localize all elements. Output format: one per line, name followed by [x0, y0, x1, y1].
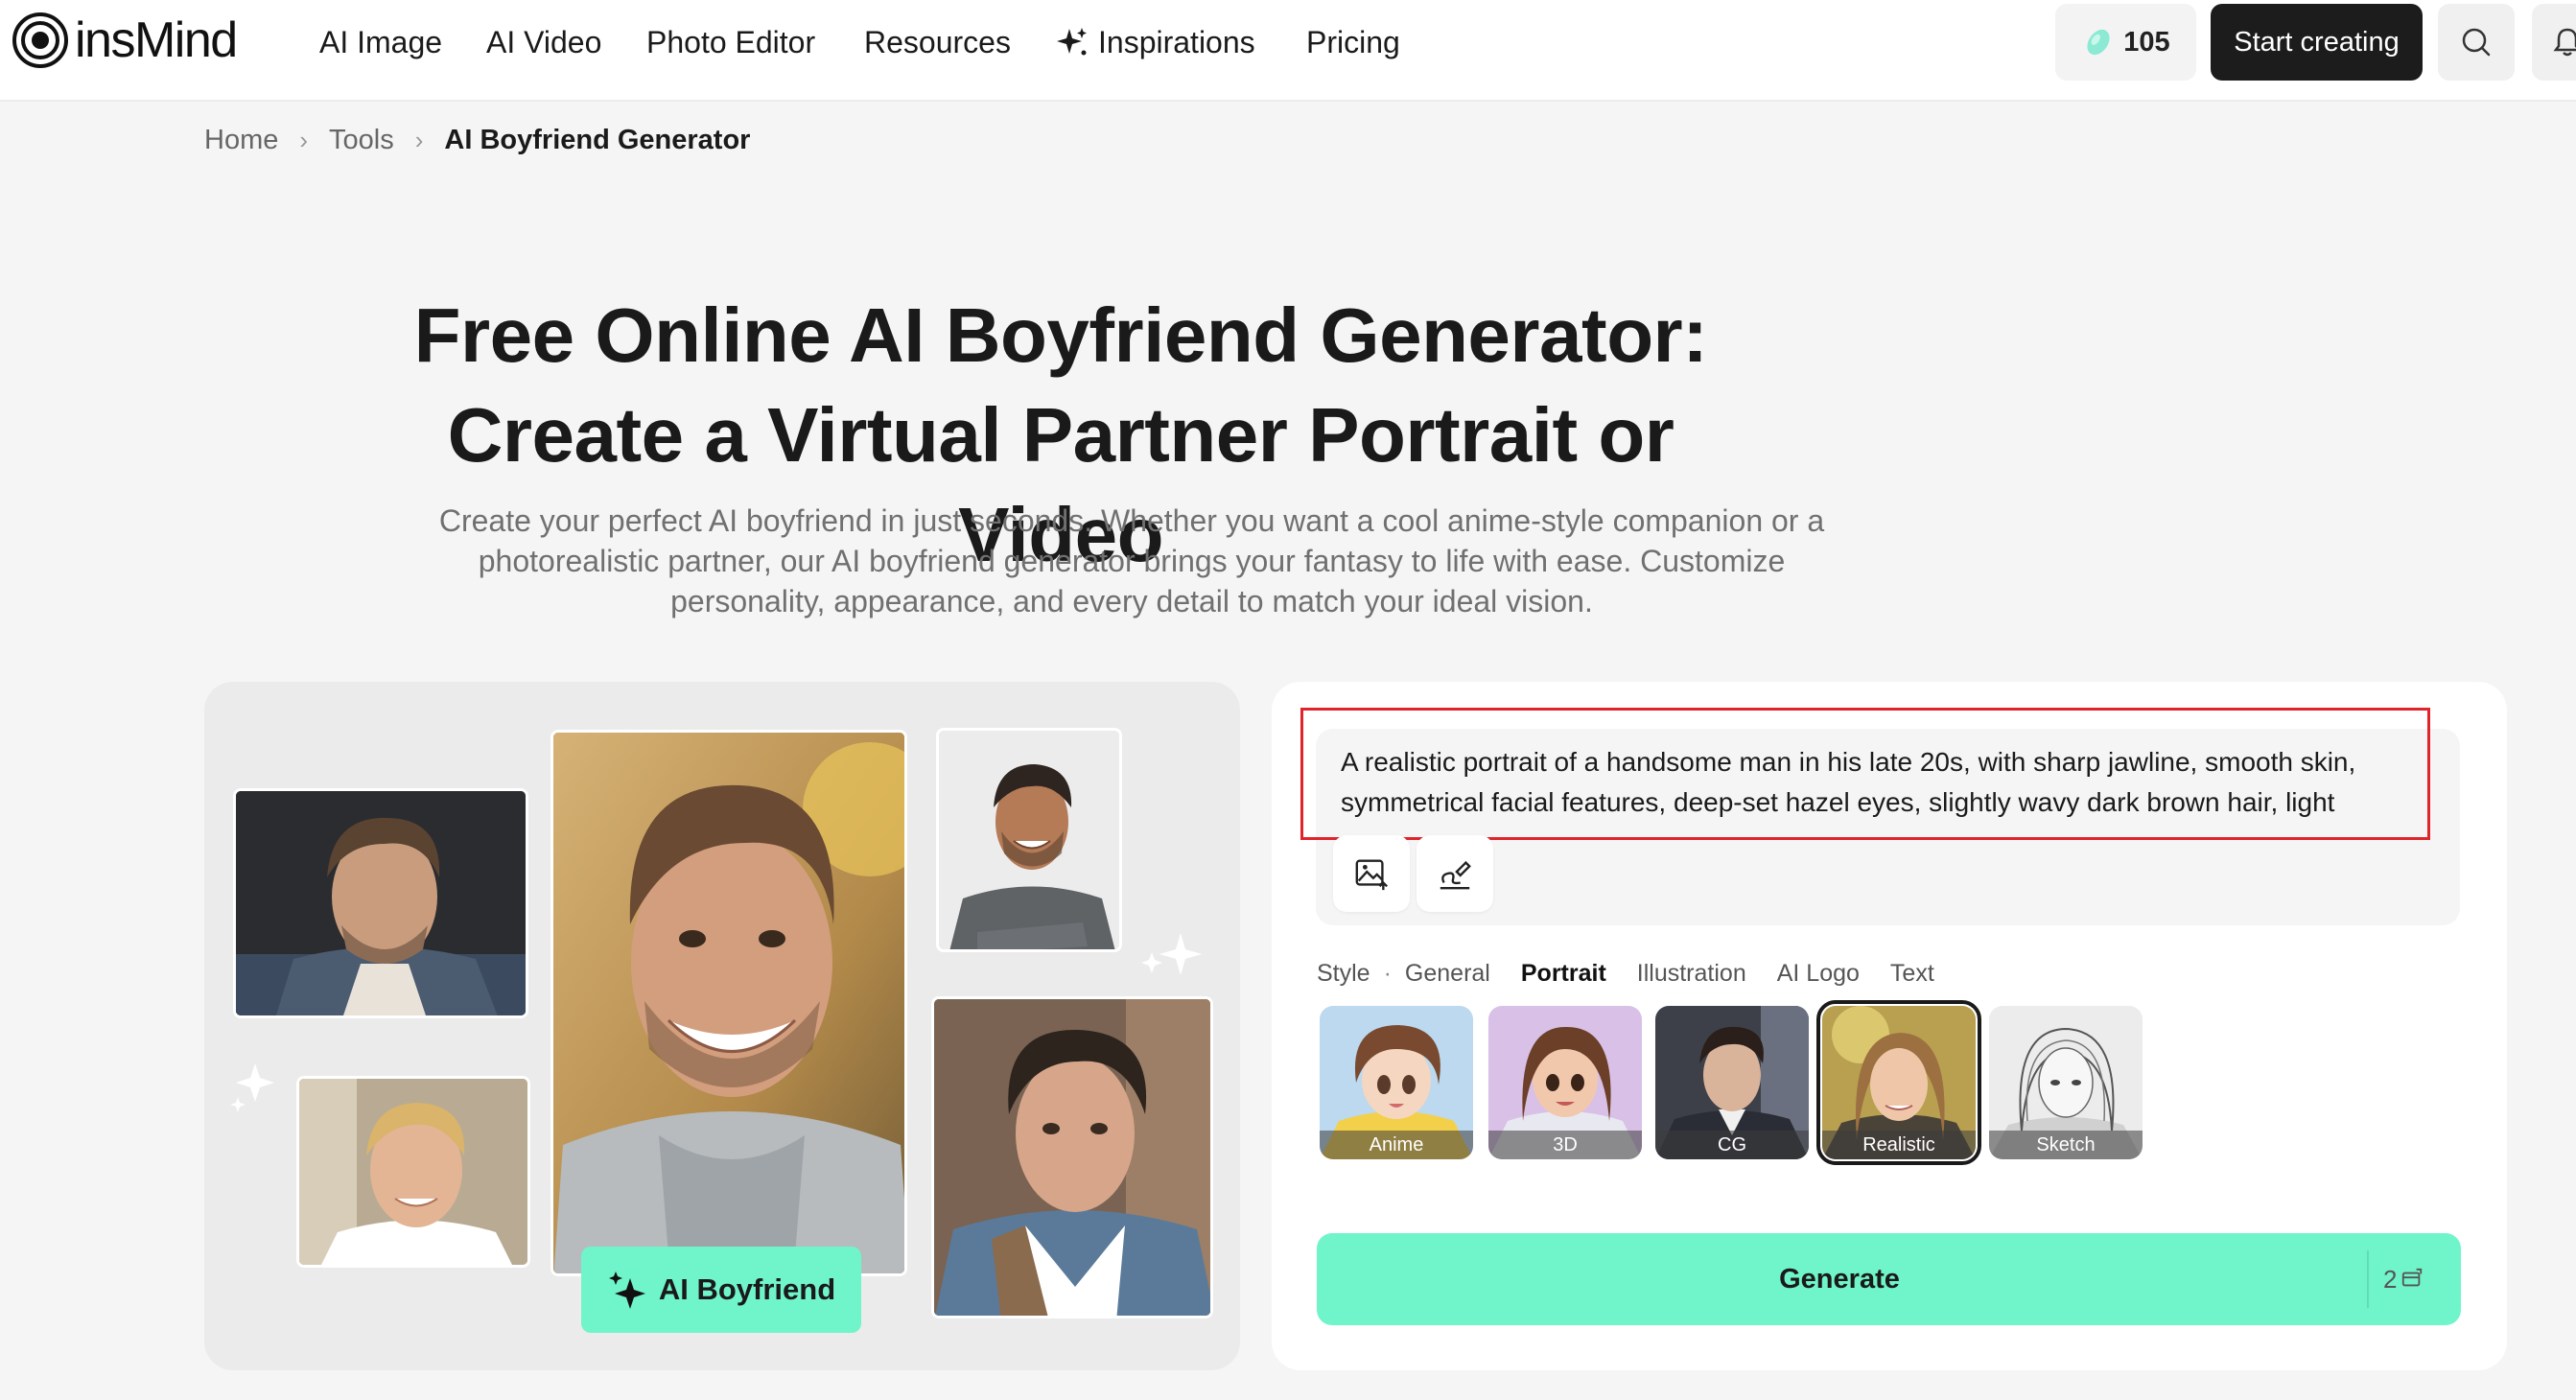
- image-upload-icon: [1355, 859, 1388, 891]
- breadcrumb: Home › Tools › AI Boyfriend Generator: [204, 125, 750, 156]
- generate-cost: 2: [2383, 1233, 2424, 1325]
- sparkle-icon: [1057, 28, 1087, 56]
- search-icon: [2462, 28, 2491, 57]
- style-option-sketch[interactable]: Sketch: [1989, 1006, 2143, 1159]
- style-option-cg[interactable]: CG: [1655, 1006, 1809, 1159]
- nav-inspirations-label: Inspirations: [1098, 25, 1255, 59]
- generate-cost-value: 2: [2383, 1265, 2398, 1294]
- logo[interactable]: insMind: [12, 12, 238, 69]
- chevron-right-icon: ›: [299, 126, 309, 154]
- style-option-realistic[interactable]: Realistic: [1816, 1000, 1981, 1165]
- ai-boyfriend-label: AI Boyfriend: [658, 1272, 836, 1306]
- divider: [2367, 1250, 2369, 1308]
- insmind-logo-icon: [12, 12, 68, 68]
- ai-boyfriend-badge: AI Boyfriend: [581, 1247, 861, 1333]
- sparkle-icon: [1141, 933, 1202, 975]
- tab-illustration[interactable]: Illustration: [1637, 960, 1746, 988]
- tab-general[interactable]: General: [1405, 960, 1490, 988]
- sketch-tool-button[interactable]: [1417, 835, 1493, 912]
- style-option-anime[interactable]: Anime: [1320, 1006, 1473, 1159]
- generate-button[interactable]: Generate 2: [1317, 1233, 2461, 1325]
- style-option-label: Realistic: [1822, 1131, 1976, 1159]
- bell-icon: [2553, 28, 2576, 57]
- portrait-photo: [296, 1076, 530, 1268]
- style-label: Style: [1317, 959, 1370, 987]
- tab-ai-logo[interactable]: AI Logo: [1777, 960, 1860, 988]
- upload-image-button[interactable]: [1333, 835, 1410, 912]
- portrait-photo-main: [550, 730, 907, 1276]
- breadcrumb-current: AI Boyfriend Generator: [444, 125, 751, 155]
- logo-text: insMind: [75, 12, 238, 68]
- nav-resources[interactable]: Resources: [864, 21, 1011, 63]
- search-button[interactable]: [2438, 4, 2515, 81]
- nav-pricing[interactable]: Pricing: [1306, 21, 1400, 63]
- breadcrumb-home[interactable]: Home: [204, 125, 278, 156]
- portrait-photo: [931, 996, 1213, 1318]
- portrait-photo: [233, 788, 528, 1018]
- sketch-icon: [1440, 860, 1471, 890]
- style-option-label: 3D: [1488, 1131, 1642, 1159]
- bean-icon: [2087, 29, 2110, 56]
- breadcrumb-tools[interactable]: Tools: [329, 125, 394, 156]
- tab-text[interactable]: Text: [1890, 960, 1934, 988]
- style-option-label: Sketch: [1989, 1131, 2143, 1159]
- credits-count: 105: [2123, 26, 2170, 58]
- style-option-label: CG: [1655, 1131, 1809, 1159]
- highlight-frame: [1300, 708, 2430, 840]
- nav-ai-video[interactable]: AI Video: [486, 21, 601, 63]
- credits-badge[interactable]: 105: [2055, 4, 2196, 81]
- sparkle-icon: [608, 1272, 645, 1309]
- credit-card-icon: [2402, 1268, 2423, 1287]
- separator-dot: ·: [1383, 959, 1392, 987]
- notifications-button[interactable]: [2532, 4, 2576, 81]
- sparkle-icon: [230, 1063, 274, 1112]
- start-creating-button[interactable]: Start creating: [2211, 4, 2423, 81]
- nav-photo-editor[interactable]: Photo Editor: [646, 21, 815, 63]
- chevron-right-icon: ›: [414, 126, 424, 154]
- nav-inspirations[interactable]: Inspirations: [1056, 21, 1255, 63]
- tab-portrait[interactable]: Portrait: [1521, 960, 1606, 988]
- generate-label: Generate: [1779, 1264, 1900, 1295]
- style-option-label: Anime: [1320, 1131, 1473, 1159]
- top-nav: insMind AI Image AI Video Photo Editor R…: [0, 0, 2576, 102]
- style-tabs: Style · General Portrait Illustration AI…: [1317, 957, 1965, 990]
- portrait-photo: [936, 728, 1122, 952]
- page-subtitle: Create your perfect AI boyfriend in just…: [438, 503, 1825, 618]
- style-option-3d[interactable]: 3D: [1488, 1006, 1642, 1159]
- nav-ai-image[interactable]: AI Image: [319, 21, 442, 63]
